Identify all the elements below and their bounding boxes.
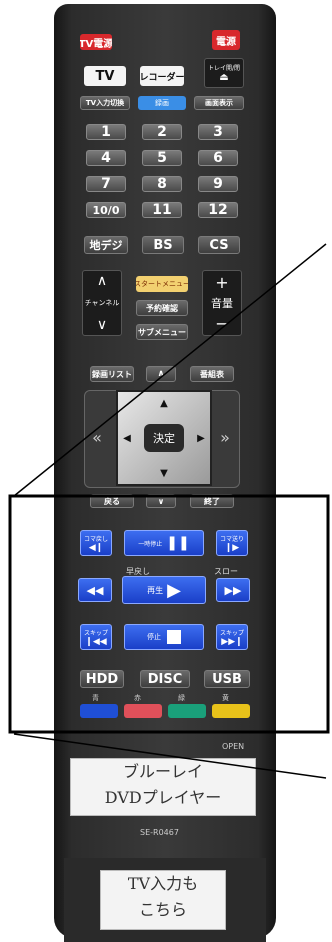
callout-line-top	[13, 243, 327, 497]
callout-line-bottom	[13, 733, 327, 779]
callout-box	[8, 494, 330, 734]
callout-overlay	[8, 243, 330, 779]
